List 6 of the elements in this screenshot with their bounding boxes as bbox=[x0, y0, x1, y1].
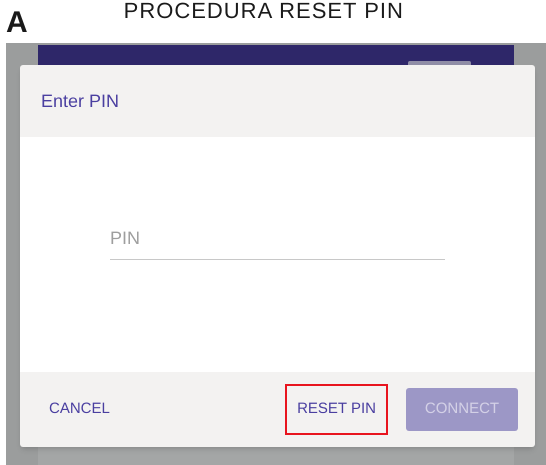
pin-field[interactable]: PIN bbox=[110, 217, 445, 260]
panel-label: A bbox=[6, 8, 28, 38]
dialog-button[interactable]: RESET PIN bbox=[285, 384, 388, 435]
dialog-title: Enter PIN bbox=[41, 90, 120, 112]
dialog-button[interactable]: CANCEL bbox=[37, 384, 122, 435]
figure-title: PROCEDURA RESET PIN bbox=[124, 0, 404, 22]
